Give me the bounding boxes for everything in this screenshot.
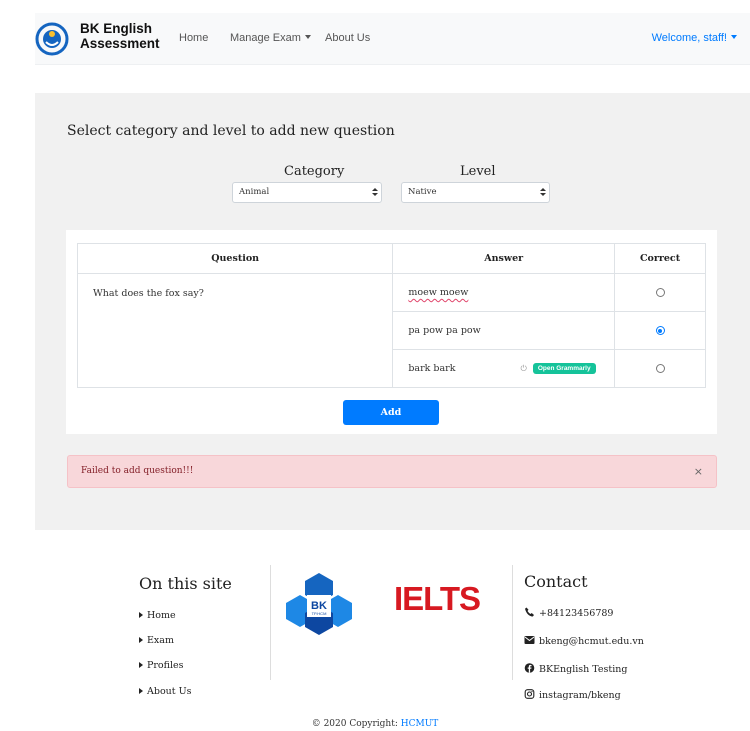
contact-phone: +84123456789 (524, 607, 613, 619)
bk-logo-subtext: TP.HCM (312, 611, 327, 616)
copyright: © 2020 Copyright: HCMUT (0, 719, 750, 729)
footer-link-label: Profiles (147, 660, 184, 671)
category-select[interactable]: Animal (232, 182, 382, 203)
header-correct: Correct (614, 243, 706, 274)
copyright-text: © 2020 Copyright: (311, 719, 398, 729)
table-row: What does the fox say? moew moew (76, 273, 706, 388)
brand-logo-icon[interactable] (35, 22, 69, 56)
answer-text: pa pow pa pow (408, 325, 481, 336)
answer-text: bark bark (408, 363, 456, 374)
instagram-icon (524, 689, 535, 699)
contact-email-text: bkeng@hcmut.edu.vn (539, 636, 644, 647)
correct-radio-2[interactable] (655, 326, 665, 335)
category-select-value: Animal (239, 187, 270, 197)
correct-cell (614, 273, 706, 312)
answer-cell[interactable]: moew moew (392, 273, 616, 312)
caret-right-icon (139, 662, 143, 668)
welcome-label: Welcome, staff! (651, 32, 727, 44)
user-menu[interactable]: Welcome, staff! (652, 32, 737, 44)
contact-email: bkeng@hcmut.edu.vn (524, 635, 644, 647)
footer-divider (512, 565, 513, 680)
error-alert: Failed to add question!!! × (67, 455, 717, 488)
correct-radio-1[interactable] (655, 288, 665, 297)
brand-name[interactable]: BK English Assessment (80, 21, 160, 51)
nav-home[interactable]: Home (179, 32, 208, 44)
envelope-icon (524, 636, 535, 644)
footer-link-profiles[interactable]: Profiles (139, 660, 184, 671)
contact-phone-text: +84123456789 (539, 608, 614, 619)
ielts-logo: IELTS (394, 580, 481, 617)
correct-cell (614, 311, 706, 350)
copyright-link[interactable]: HCMUT (401, 719, 439, 729)
facebook-icon (524, 663, 535, 673)
add-button[interactable]: Add (343, 400, 439, 425)
caret-right-icon (139, 688, 143, 694)
contact-instagram-text: instagram/bkeng (539, 690, 621, 701)
grammarly-widget: ⏻ Open Grammarly (520, 363, 596, 374)
question-card: Question Answer Correct What does the fo… (66, 230, 717, 434)
brand-line-1: BK English (80, 21, 153, 36)
level-label: Level (460, 164, 496, 179)
question-table: Question Answer Correct What does the fo… (76, 243, 706, 388)
footer-link-label: About Us (147, 686, 192, 697)
level-select[interactable]: Native (401, 182, 550, 203)
header-answer: Answer (392, 243, 616, 274)
footer-link-about-us[interactable]: About Us (139, 686, 192, 697)
nav-manage-exam[interactable]: Manage Exam (230, 32, 311, 44)
footer-divider (270, 565, 271, 680)
alert-message: Failed to add question!!! (81, 466, 194, 476)
power-icon[interactable]: ⏻ (520, 364, 526, 374)
phone-icon (525, 607, 534, 617)
caret-down-icon (304, 35, 311, 39)
correct-cell (614, 349, 706, 388)
answer-text: moew moew (408, 287, 469, 298)
question-cell[interactable]: What does the fox say? (76, 273, 394, 388)
section-title: Select category and level to add new que… (67, 123, 395, 139)
header-question: Question (76, 243, 394, 274)
footer-link-label: Home (147, 610, 176, 621)
caret-right-icon (139, 612, 143, 618)
footer-link-label: Exam (147, 635, 174, 646)
answer-cell[interactable]: bark bark ⏻ Open Grammarly (392, 349, 616, 388)
footer-site-title: On this site (139, 574, 232, 593)
open-grammarly-button[interactable]: Open Grammarly (532, 363, 596, 374)
category-label: Category (284, 164, 345, 179)
close-icon[interactable]: × (694, 456, 703, 487)
bk-logo: BK TP.HCM (286, 573, 352, 635)
nav-manage-exam-label: Manage Exam (230, 32, 301, 44)
footer-link-exam[interactable]: Exam (139, 635, 174, 646)
contact-facebook-text: BKEnglish Testing (539, 664, 628, 675)
answer-cell[interactable]: pa pow pa pow (392, 311, 616, 350)
add-question-panel: Select category and level to add new que… (35, 93, 750, 530)
navbar: BK English Assessment Home Manage Exam A… (35, 13, 750, 65)
contact-instagram: instagram/bkeng (524, 689, 621, 701)
caret-down-icon (731, 35, 737, 39)
caret-right-icon (139, 637, 143, 643)
correct-radio-3[interactable] (655, 364, 665, 373)
contact-facebook: BKEnglish Testing (524, 663, 627, 675)
nav-about-us[interactable]: About Us (325, 32, 370, 44)
footer-contact-title: Contact (524, 572, 588, 591)
level-select-value: Native (408, 187, 437, 197)
footer-link-home[interactable]: Home (139, 610, 176, 621)
brand-line-2: Assessment (80, 36, 160, 51)
